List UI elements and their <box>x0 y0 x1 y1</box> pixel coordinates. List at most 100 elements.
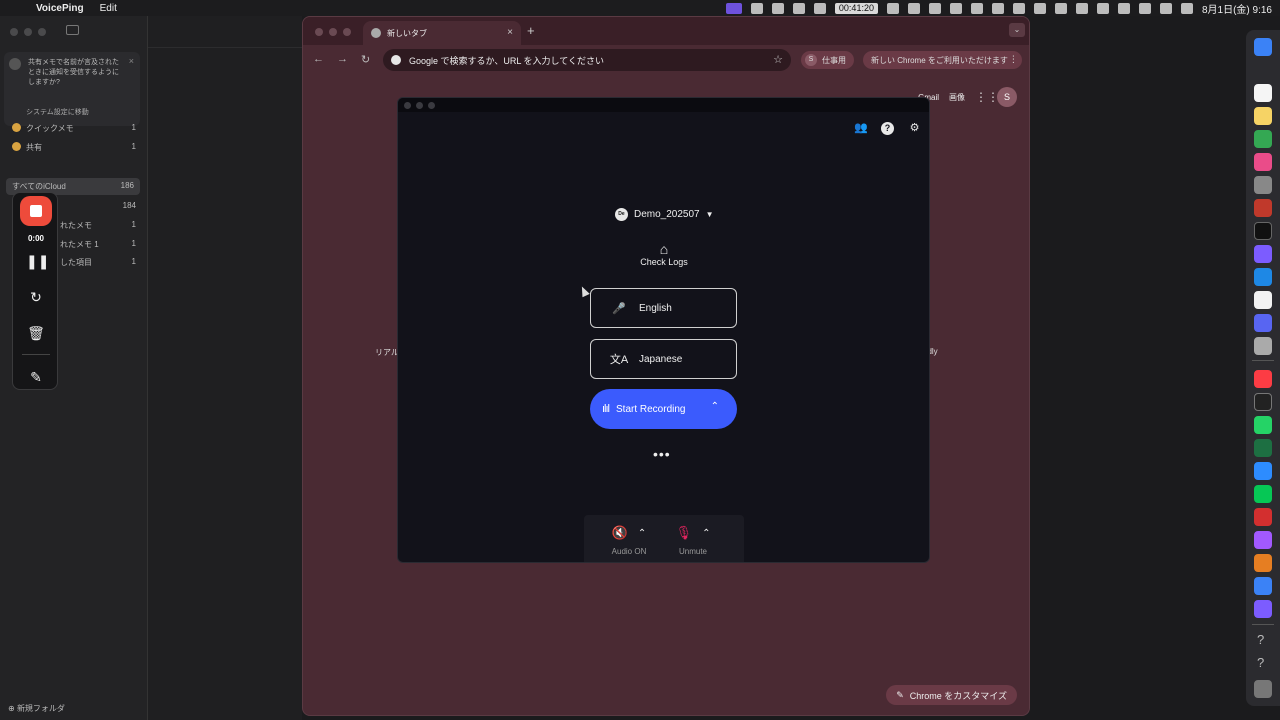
restart-icon[interactable]: ↻ <box>26 288 46 306</box>
figma-icon[interactable] <box>1254 531 1272 549</box>
search-icon[interactable] <box>1138 2 1151 14</box>
new-tab-button[interactable]: + <box>527 23 535 38</box>
zoom-window-button[interactable] <box>428 102 435 109</box>
kebab-menu-icon[interactable]: ⋮ <box>1009 54 1018 65</box>
list-item[interactable]: 共有 1 <box>12 142 136 153</box>
list-item[interactable]: クイックメモ 1 <box>12 123 136 134</box>
excel-icon[interactable] <box>1254 439 1272 457</box>
chrome-icon[interactable] <box>1254 130 1272 148</box>
zoom-status-icon[interactable] <box>813 2 826 14</box>
app-menu[interactable]: VoicePing <box>36 3 84 14</box>
chevron-up-icon[interactable]: ⌃ <box>638 528 646 539</box>
finder-icon[interactable] <box>1254 38 1272 56</box>
close-window-button[interactable] <box>404 102 411 109</box>
calendar-icon[interactable] <box>1254 84 1272 102</box>
back-icon[interactable]: ← <box>313 53 324 65</box>
update-chrome-button[interactable]: 新しい Chrome をご利用いただけます ⋮ <box>863 51 1022 69</box>
bookmark-star-icon[interactable]: ☆ <box>773 53 783 66</box>
minimize-window-button[interactable] <box>416 102 423 109</box>
translate-language-button[interactable]: 文A Japanese <box>590 339 737 379</box>
voiceping-status-icon[interactable] <box>725 2 742 14</box>
control-center-icon[interactable] <box>1159 2 1172 14</box>
system-settings-icon[interactable] <box>1254 176 1272 194</box>
account-avatar[interactable]: S <box>997 87 1017 107</box>
shortcut-label[interactable]: リアル <box>375 347 399 358</box>
screen-share-icon[interactable] <box>750 2 763 14</box>
zoom-icon[interactable] <box>928 2 941 14</box>
claude-icon[interactable] <box>1254 554 1272 572</box>
line-icon[interactable] <box>949 2 962 14</box>
battery-icon[interactable] <box>1054 2 1067 14</box>
room-selector[interactable]: De Demo_202507 ▼ <box>615 208 714 221</box>
edit-icon[interactable]: ✎ <box>26 368 46 386</box>
speak-language-button[interactable]: 🎤 English <box>590 288 737 328</box>
voiceping-icon[interactable] <box>1254 245 1272 263</box>
input-method-icon[interactable] <box>907 2 920 14</box>
whatsapp-icon[interactable] <box>1254 416 1272 434</box>
acrobat-icon[interactable] <box>1254 508 1272 526</box>
database-icon[interactable] <box>1254 199 1272 217</box>
settings-link[interactable]: システム設定に移動 <box>26 108 89 118</box>
recording-timer[interactable]: 00:41:20 <box>834 2 878 14</box>
close-tab-icon[interactable]: × <box>507 27 513 38</box>
apps-grid-icon[interactable]: ⋮⋮ <box>975 91 999 103</box>
minimize-window-button[interactable] <box>329 28 337 36</box>
tab-search-icon[interactable]: ⌄ <box>1009 23 1025 37</box>
people-icon[interactable]: 👥 <box>854 122 868 135</box>
gear-icon[interactable]: ⚙ <box>908 122 921 135</box>
keyboard-layout-icon[interactable] <box>1096 2 1109 14</box>
help-icon[interactable]: ? <box>881 122 894 135</box>
slack-icon[interactable] <box>1254 153 1272 171</box>
trash-icon[interactable] <box>1254 680 1272 698</box>
notion-icon[interactable] <box>970 2 983 14</box>
music-icon[interactable] <box>1254 370 1272 388</box>
start-recording-button[interactable]: ılıl Start Recording ⌃ <box>590 389 737 429</box>
check-logs-button[interactable]: ⌂ Check Logs <box>634 241 694 267</box>
trash-icon[interactable]: 🗑 <box>26 324 46 342</box>
chevron-up-icon[interactable]: ⌃ <box>702 528 710 539</box>
images-link[interactable]: 画像 <box>949 92 965 103</box>
address-bar[interactable]: Google で検索するか、URL を入力してください ☆ <box>383 49 791 71</box>
help-icon[interactable]: ? <box>1257 632 1264 647</box>
stop-recording-button[interactable] <box>20 196 52 226</box>
customize-chrome-button[interactable]: ✎ Chrome をカスタマイズ <box>886 685 1017 705</box>
vpn-icon[interactable] <box>1012 2 1025 14</box>
minimize-window-button[interactable] <box>24 28 32 36</box>
speaker-off-icon[interactable]: 🔇 <box>612 525 628 541</box>
vscode-icon[interactable] <box>1254 268 1272 286</box>
more-options-icon[interactable]: ••• <box>653 446 671 462</box>
chevron-up-icon[interactable]: ⌃ <box>711 401 719 412</box>
close-window-button[interactable] <box>10 28 18 36</box>
close-window-button[interactable] <box>315 28 323 36</box>
zoom-window-button[interactable] <box>343 28 351 36</box>
app-icon[interactable] <box>1254 393 1272 411</box>
clock[interactable]: 8月1日(金) 9:16 <box>1202 1 1272 16</box>
bolt-icon[interactable] <box>1033 2 1046 14</box>
sidebar-toggle-icon[interactable] <box>66 25 79 35</box>
siri-icon[interactable] <box>1180 2 1193 14</box>
help-icon[interactable]: ? <box>1257 655 1264 670</box>
app-icon[interactable] <box>1254 577 1272 595</box>
pause-icon[interactable]: ❚❚ <box>26 252 49 270</box>
line-icon[interactable] <box>1254 485 1272 503</box>
reload-icon[interactable]: ↻ <box>361 53 370 66</box>
voiceping-icon[interactable] <box>1254 600 1272 618</box>
cast-icon[interactable] <box>771 2 784 14</box>
terminal-icon[interactable] <box>1254 222 1272 240</box>
close-icon[interactable]: × <box>129 56 134 66</box>
sparkle-icon[interactable] <box>792 2 805 14</box>
cloud-icon[interactable] <box>991 2 1004 14</box>
forward-icon[interactable]: → <box>337 53 348 65</box>
record-status-icon[interactable] <box>886 2 899 14</box>
new-folder-button[interactable]: ⊕ 新規フォルダ <box>8 703 65 714</box>
edit-menu[interactable]: Edit <box>100 3 117 14</box>
app-icon[interactable] <box>1254 337 1272 355</box>
zoom-icon[interactable] <box>1254 462 1272 480</box>
discord-icon[interactable] <box>1254 314 1272 332</box>
notes-icon[interactable] <box>1254 107 1272 125</box>
profile-button[interactable]: S 仕事用 <box>801 51 854 69</box>
mic-off-icon[interactable]: 🎙 <box>676 525 693 541</box>
notion-icon[interactable] <box>1254 291 1272 309</box>
tab-new-tab[interactable]: 新しいタブ × <box>363 21 521 45</box>
wifi-icon[interactable] <box>1117 2 1130 14</box>
